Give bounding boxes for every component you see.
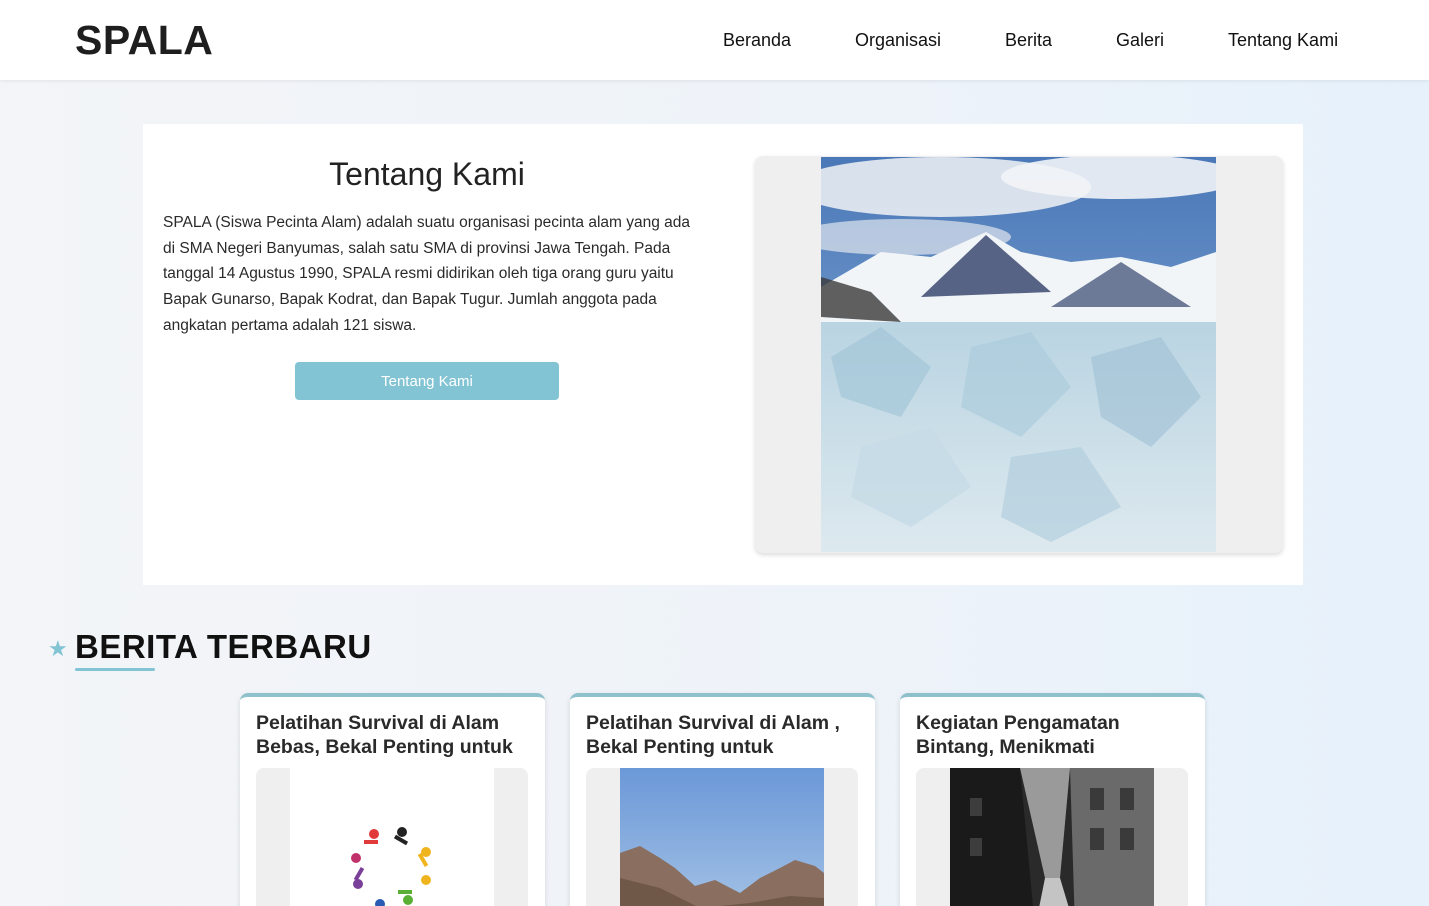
news-image-frame <box>586 768 858 906</box>
news-image-frame <box>916 768 1188 906</box>
glacier-image <box>821 157 1216 552</box>
section-underline <box>75 668 155 671</box>
about-section: Tentang Kami SPALA (Siswa Pecinta Alam) … <box>143 124 1303 585</box>
news-image-frame <box>256 768 528 906</box>
star-icon: ★ <box>48 636 68 661</box>
about-image-frame <box>755 156 1283 553</box>
nav-beranda[interactable]: Beranda <box>723 30 791 51</box>
news-card-3[interactable]: Kegiatan Pengamatan Bintang, Menikmati <box>900 693 1205 906</box>
news-card-1[interactable]: Pelatihan Survival di Alam Bebas, Bekal … <box>240 693 545 906</box>
news-card-2[interactable]: Pelatihan Survival di Alam , Bekal Penti… <box>570 693 875 906</box>
about-description: SPALA (Siswa Pecinta Alam) adalah suatu … <box>163 214 691 334</box>
about-title: Tentang Kami <box>329 156 525 192</box>
nav-tentang-kami[interactable]: Tentang Kami <box>1228 30 1338 51</box>
news-card-title[interactable]: Pelatihan Survival di Alam , Bekal Penti… <box>586 711 864 759</box>
brand-logo[interactable]: SPALA <box>75 17 213 64</box>
alley-photo <box>950 768 1154 906</box>
about-button[interactable]: Tentang Kami <box>295 362 559 400</box>
nav-galeri[interactable]: Galeri <box>1116 30 1164 51</box>
news-card-title[interactable]: Kegiatan Pengamatan Bintang, Menikmati <box>916 711 1194 759</box>
news-section-title: BERITA TERBARU <box>75 628 372 665</box>
nav-berita[interactable]: Berita <box>1005 30 1052 51</box>
news-card-title[interactable]: Pelatihan Survival di Alam Bebas, Bekal … <box>256 711 534 759</box>
mountain-photo <box>620 768 824 906</box>
navbar: SPALA Beranda Organisasi Berita Galeri T… <box>0 0 1429 80</box>
people-circle-logo-icon <box>290 768 494 906</box>
nav-organisasi[interactable]: Organisasi <box>855 30 941 51</box>
